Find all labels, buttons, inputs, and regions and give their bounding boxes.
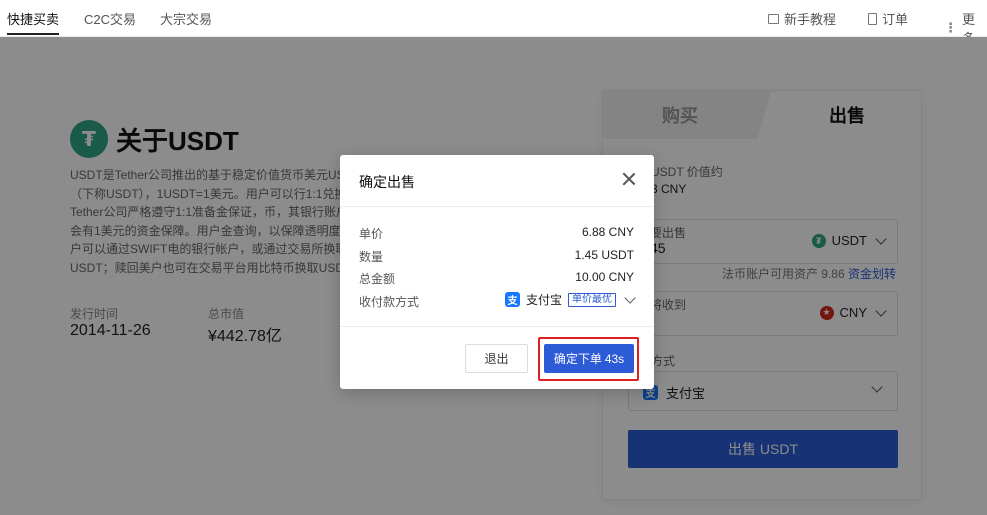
quantity-label: 数量 bbox=[359, 250, 384, 264]
pay-method-select[interactable]: 支 支付宝 单价最优 bbox=[504, 291, 636, 308]
pay-method-value: 支付宝 bbox=[525, 293, 562, 307]
tab-quick-trade[interactable]: 快捷买卖 bbox=[7, 9, 59, 28]
quantity-value: 1.45 USDT bbox=[574, 248, 634, 262]
dialog-divider-bottom bbox=[340, 326, 654, 327]
tab-bulk-trade[interactable]: 大宗交易 bbox=[160, 9, 212, 28]
confirm-order-button[interactable]: 确定下单 43s bbox=[544, 344, 634, 373]
best-price-badge: 单价最优 bbox=[568, 292, 616, 307]
more-dots-icon: ⋮ bbox=[944, 20, 957, 35]
dialog-divider-top bbox=[340, 206, 654, 207]
confirm-sell-dialog: 确定出售 单价 6.88 CNY 数量 1.45 USDT 总金额 10.00 … bbox=[340, 155, 654, 389]
tutorial-link[interactable]: 新手教程 bbox=[768, 9, 836, 28]
chevron-down-icon bbox=[624, 291, 636, 304]
exit-button[interactable]: 退出 bbox=[465, 344, 528, 373]
orders-label: 订单 bbox=[882, 12, 909, 27]
pay-method-label: 收付款方式 bbox=[359, 295, 420, 309]
unit-price-label: 单价 bbox=[359, 227, 384, 241]
tab-c2c[interactable]: C2C交易 bbox=[84, 9, 136, 28]
document-icon bbox=[868, 12, 877, 25]
alipay-icon: 支 bbox=[504, 292, 520, 307]
top-nav: 快捷买卖 C2C交易 大宗交易 新手教程 订单 ⋮ 更多 bbox=[0, 0, 987, 46]
dialog-title: 确定出售 bbox=[359, 174, 415, 190]
tutorial-label: 新手教程 bbox=[784, 12, 837, 27]
orders-link[interactable]: 订单 bbox=[868, 9, 908, 28]
total-amount-value: 10.00 CNY bbox=[575, 270, 634, 284]
active-tab-underline bbox=[7, 33, 59, 35]
play-video-icon bbox=[768, 13, 779, 24]
confirm-order-label: 确定下单 bbox=[553, 352, 602, 366]
confirm-countdown: 43s bbox=[604, 351, 625, 366]
close-icon[interactable] bbox=[621, 171, 637, 187]
unit-price-value: 6.88 CNY bbox=[581, 225, 634, 239]
total-amount-label: 总金额 bbox=[359, 272, 396, 286]
